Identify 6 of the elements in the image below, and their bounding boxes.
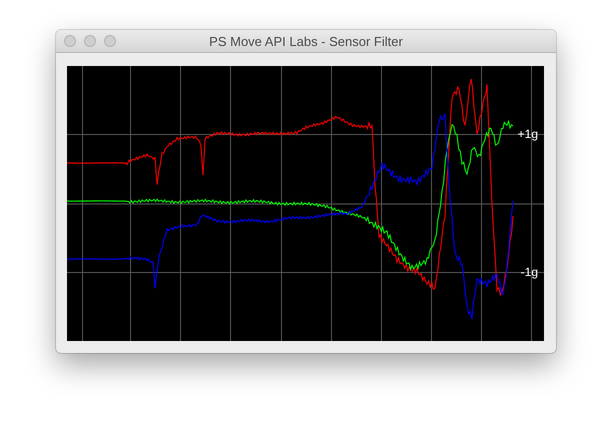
axis-label: -1g	[520, 265, 538, 279]
minimize-button[interactable]	[84, 35, 96, 47]
window-title: PS Move API Labs - Sensor Filter	[209, 34, 403, 48]
axis-label: +1g	[518, 127, 538, 141]
close-button[interactable]	[64, 35, 76, 47]
zoom-button[interactable]	[104, 35, 116, 47]
